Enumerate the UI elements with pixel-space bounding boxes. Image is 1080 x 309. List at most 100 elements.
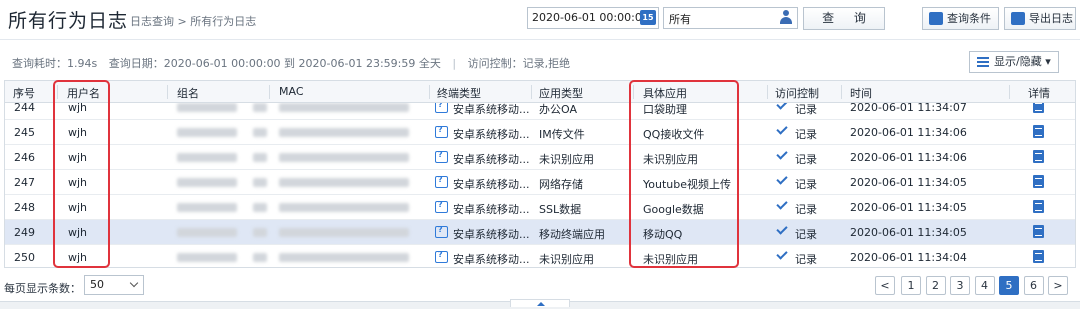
page-2-button[interactable]: 2 (925, 276, 946, 295)
row-user: wjh (68, 251, 88, 264)
conditions-icon (929, 12, 943, 25)
col-detail[interactable]: 详情 (1028, 85, 1050, 101)
row-access: 记录 (795, 203, 817, 216)
terminal-help-icon[interactable] (435, 150, 448, 163)
row-seq: 248 (14, 201, 35, 214)
col-time[interactable]: 时间 (850, 85, 872, 101)
user-picker-icon[interactable] (780, 10, 792, 24)
detail-icon[interactable] (1033, 125, 1044, 138)
row-app-type: 网络存储 (539, 178, 583, 191)
terminal-help-icon[interactable] (435, 200, 448, 213)
row-time: 2020-06-01 11:34:06 (850, 126, 967, 139)
row-seq: 249 (14, 226, 35, 239)
check-icon (776, 248, 788, 260)
row-user: wjh (68, 176, 88, 189)
export-log-label: 导出日志 (1029, 12, 1073, 25)
page-3-button[interactable]: 3 (950, 276, 970, 295)
page-6-button[interactable]: 6 (1023, 276, 1044, 295)
row-access: 记录 (795, 153, 817, 166)
detail-icon[interactable] (1033, 175, 1044, 188)
row-seq: 246 (14, 151, 35, 164)
table-body[interactable]: 244 wjh 安卓系统移动... 办公OA 口袋助理 记录 2020-06-01 11:3… (5, 95, 1075, 267)
table-row[interactable]: 249 wjh 安卓系统移动... 移动终端应用 移动QQ 记录 2020-06-01 11… (5, 220, 1075, 245)
row-seq: 250 (14, 251, 35, 264)
row-app-type: 未识别应用 (539, 253, 594, 266)
detail-icon[interactable] (1033, 250, 1044, 263)
breadcrumb[interactable]: 日志查询 > 所有行为日志 (130, 13, 256, 29)
per-page-label: 每页显示条数： (4, 282, 81, 295)
row-seq: 247 (14, 176, 35, 189)
col-mac[interactable]: MAC (279, 85, 304, 98)
row-app-type: 办公OA (539, 103, 577, 116)
row-app-type: 移动终端应用 (539, 228, 605, 241)
table-row[interactable]: 245 wjh 安卓系统移动... IM传文件 QQ接收文件 记录 2020-06-01 1… (5, 120, 1075, 145)
row-terminal: 安卓系统移动... (453, 178, 530, 191)
redacted-group (253, 228, 267, 237)
page-4-button[interactable]: 4 (974, 276, 995, 295)
per-page-select[interactable]: 50 (84, 275, 144, 295)
detail-icon[interactable] (1033, 200, 1044, 213)
row-access: 记录 (795, 178, 817, 191)
show-hide-columns-button[interactable]: 显示/隐藏 ▾ (969, 51, 1059, 73)
page-title: 所有行为日志 (8, 10, 129, 32)
export-log-button[interactable]: 导出日志 (1004, 7, 1076, 30)
prev-page-button[interactable]: < (875, 276, 895, 295)
row-access: 记录 (795, 228, 817, 241)
col-access[interactable]: 访问控制 (775, 85, 819, 101)
row-user: wjh (68, 151, 88, 164)
col-app[interactable]: 具体应用 (643, 85, 687, 101)
terminal-help-icon[interactable] (435, 225, 448, 238)
row-app: 口袋助理 (643, 103, 687, 116)
log-table: 244 wjh 安卓系统移动... 办公OA 口袋助理 记录 2020-06-01 11:3… (4, 80, 1076, 268)
col-app-type[interactable]: 应用类型 (539, 85, 583, 101)
terminal-help-icon[interactable] (435, 125, 448, 138)
row-user: wjh (68, 201, 88, 214)
table-header: 序号 用户名 组名 MAC 终端类型 应用类型 具体应用 访问控制 时间 详情 (5, 81, 1075, 103)
row-time: 2020-06-01 11:34:05 (850, 226, 967, 239)
row-time: 2020-06-01 11:34:05 (850, 201, 967, 214)
query-button[interactable]: 查 询 (803, 7, 885, 30)
per-page-value: 50 (90, 278, 104, 291)
row-app: 未识别应用 (643, 253, 698, 266)
list-icon (977, 57, 989, 67)
check-icon (776, 148, 788, 160)
check-icon (776, 198, 788, 210)
page-5-button[interactable]: 5 (999, 276, 1019, 295)
redacted-mac (279, 203, 409, 212)
calendar-icon[interactable]: 15 (640, 10, 656, 25)
col-user[interactable]: 用户名 (67, 85, 100, 101)
redacted-mac (279, 178, 409, 187)
redacted-group (253, 253, 267, 262)
row-access: 记录 (795, 253, 817, 266)
redacted-group (177, 128, 237, 137)
detail-icon[interactable] (1033, 150, 1044, 163)
top-header: 所有行为日志 日志查询 > 所有行为日志 2020-06-01 00:00:00… (0, 0, 1080, 40)
redacted-group (253, 103, 267, 112)
redacted-group (177, 178, 237, 187)
query-conditions-button[interactable]: 查询条件 (922, 7, 999, 30)
collapse-panel-handle[interactable] (510, 299, 570, 307)
row-terminal: 安卓系统移动... (453, 128, 530, 141)
row-app: Youtube视频上传 (643, 178, 731, 191)
row-app-type: 未识别应用 (539, 153, 594, 166)
row-user: wjh (68, 126, 88, 139)
detail-icon[interactable] (1033, 225, 1044, 238)
info-separator: | (452, 57, 457, 70)
table-row[interactable]: 250 wjh 安卓系统移动... 未识别应用 未识别应用 记录 2020-06-01 11… (5, 245, 1075, 267)
page-1-button[interactable]: 1 (901, 276, 921, 295)
terminal-help-icon[interactable] (435, 175, 448, 188)
terminal-help-icon[interactable] (435, 250, 448, 263)
next-page-button[interactable]: > (1048, 276, 1068, 295)
redacted-group (177, 153, 237, 162)
table-row[interactable]: 247 wjh 安卓系统移动... 网络存储 Youtube视频上传 记录 2020-06-… (5, 170, 1075, 195)
user-select-input[interactable]: 所有 (663, 7, 798, 29)
table-row[interactable]: 248 wjh 安卓系统移动... SSL数据 Google数据 记录 2020-06-01… (5, 195, 1075, 220)
redacted-mac (279, 128, 409, 137)
redacted-group (177, 203, 237, 212)
col-group[interactable]: 组名 (177, 85, 199, 101)
col-seq[interactable]: 序号 (13, 85, 35, 101)
col-terminal[interactable]: 终端类型 (437, 85, 481, 101)
redacted-group (177, 253, 237, 262)
table-row[interactable]: 246 wjh 安卓系统移动... 未识别应用 未识别应用 记录 2020-06-01 11… (5, 145, 1075, 170)
query-conditions-label: 查询条件 (947, 12, 991, 25)
